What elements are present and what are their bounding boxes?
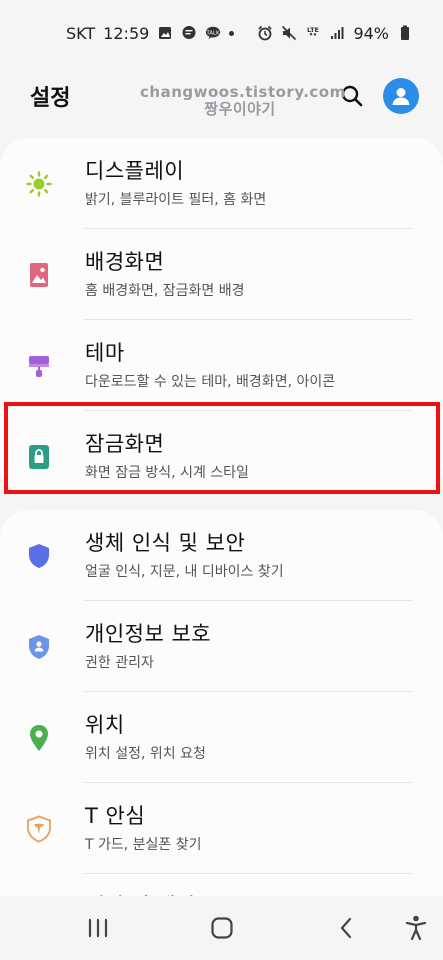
watermark-url: changwoos.tistory.com — [140, 83, 346, 101]
divider — [85, 873, 413, 874]
item-subtitle: 홈 배경화면, 잠금화면 배경 — [85, 282, 245, 299]
item-title: 배경화면 — [85, 249, 165, 274]
talk-icon: TALK — [205, 25, 221, 41]
item-title: 테마 — [85, 340, 125, 365]
lock-icon — [25, 443, 53, 471]
item-title: 생체 인식 및 보안 — [85, 530, 246, 555]
avatar-icon — [392, 88, 410, 105]
item-subtitle: 다운로드할 수 있는 테마, 배경화면, 아이콘 — [85, 373, 336, 390]
sun-icon — [25, 170, 53, 198]
recents-button[interactable] — [82, 912, 114, 944]
item-subtitle: 권한 관리자 — [85, 654, 154, 671]
back-button[interactable] — [330, 912, 362, 944]
accessibility-icon — [405, 915, 427, 941]
alarm-icon — [257, 25, 273, 41]
item-subtitle: 밝기, 블루라이트 필터, 홈 화면 — [85, 191, 267, 208]
t-shield-icon — [25, 815, 53, 843]
recents-icon — [88, 918, 108, 938]
battery-percent: 94% — [353, 23, 389, 43]
item-title: 위치 — [85, 712, 125, 737]
svg-text:TALK: TALK — [206, 30, 220, 36]
item-subtitle: 얼굴 인식, 지문, 내 디바이스 찾기 — [85, 563, 284, 580]
settings-group-display: 디스플레이 밝기, 블루라이트 필터, 홈 화면 배경화면 홈 배경화면, 잠금… — [0, 138, 443, 494]
navigation-bar — [0, 896, 443, 960]
settings-item-privacy[interactable]: 개인정보 보호 권한 관리자 — [0, 601, 443, 692]
settings-item-theme[interactable]: 테마 다운로드할 수 있는 테마, 배경화면, 아이콘 — [0, 320, 443, 411]
watermark-blog-name: 짱우이야기 — [204, 100, 276, 118]
wallpaper-icon — [25, 261, 53, 289]
home-button[interactable] — [206, 912, 238, 944]
profile-button[interactable] — [383, 78, 419, 114]
item-title: T 안심 — [85, 803, 146, 828]
clock: 12:59 — [103, 23, 150, 43]
page-title: 설정 — [30, 86, 71, 111]
back-icon — [340, 917, 352, 939]
svg-text:LTE: LTE — [307, 26, 319, 34]
notification-dot — [229, 30, 235, 36]
settings-item-biometrics-security[interactable]: 생체 인식 및 보안 얼굴 인식, 지문, 내 디바이스 찾기 — [0, 510, 443, 601]
item-title: 개인정보 보호 — [85, 621, 212, 646]
battery-icon — [397, 25, 413, 41]
location-pin-icon — [25, 724, 53, 752]
app-header: 설정 changwoos.tistory.com 짱우이야기 — [0, 66, 443, 126]
image-icon — [157, 25, 173, 41]
chat-icon — [181, 25, 197, 41]
brush-icon — [25, 352, 53, 380]
settings-item-wallpaper[interactable]: 배경화면 홈 배경화면, 잠금화면 배경 — [0, 229, 443, 320]
privacy-shield-icon — [25, 633, 53, 661]
signal-icon — [329, 25, 345, 41]
carrier-label: SKT — [66, 23, 96, 43]
item-subtitle: T 가드, 분실폰 찾기 — [85, 836, 202, 853]
settings-item-t-ansim[interactable]: T 안심 T 가드, 분실폰 찾기 — [0, 783, 443, 874]
home-icon — [211, 917, 233, 939]
shield-icon — [25, 542, 53, 570]
settings-item-display[interactable]: 디스플레이 밝기, 블루라이트 필터, 홈 화면 — [0, 138, 443, 229]
settings-item-lock-screen[interactable]: 잠금화면 화면 잠금 방식, 시계 스타일 — [0, 411, 443, 502]
item-title: 디스플레이 — [85, 158, 185, 183]
item-subtitle: 위치 설정, 위치 요청 — [85, 745, 206, 762]
settings-group-security: 생체 인식 및 보안 얼굴 인식, 지문, 내 디바이스 찾기 개인정보 보호 … — [0, 510, 443, 960]
item-title: 잠금화면 — [85, 431, 165, 456]
status-bar: SKT 12:59 TALK LTE 94% — [0, 0, 443, 66]
item-subtitle: 화면 잠금 방식, 시계 스타일 — [85, 464, 249, 481]
settings-item-location[interactable]: 위치 위치 설정, 위치 요청 — [0, 692, 443, 783]
watermark: changwoos.tistory.com 짱우이야기 — [140, 83, 346, 118]
lte-icon: LTE — [305, 25, 321, 41]
mute-icon — [281, 25, 297, 41]
accessibility-button[interactable] — [400, 912, 432, 944]
